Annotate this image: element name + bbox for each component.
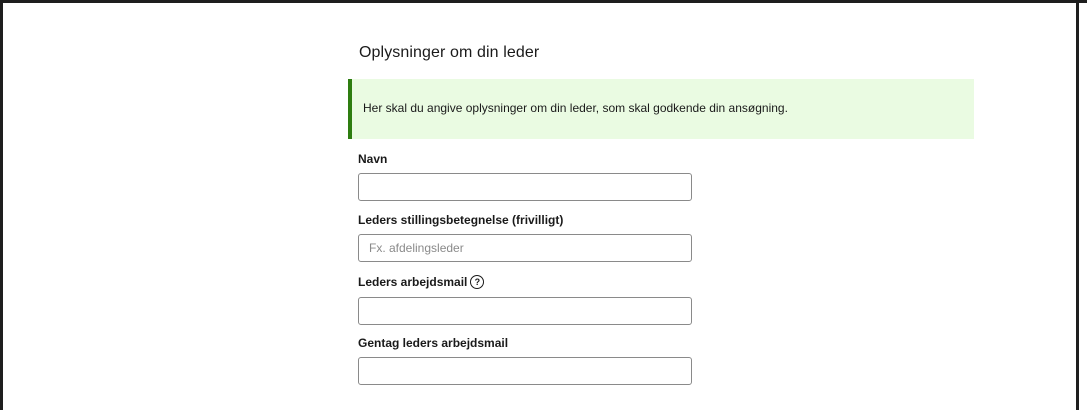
email-label: Leders arbejdsmail? bbox=[358, 274, 485, 290]
info-notice-text: Her skal du angive oplysninger om din le… bbox=[363, 101, 788, 115]
email-label-text: Leders arbejdsmail bbox=[358, 275, 468, 289]
name-label: Navn bbox=[358, 152, 388, 166]
help-icon[interactable]: ? bbox=[470, 274, 485, 289]
email-repeat-label: Gentag leders arbejdsmail bbox=[358, 336, 509, 350]
job-title-input[interactable] bbox=[358, 234, 692, 262]
window-border-top bbox=[0, 0, 1087, 3]
email-input[interactable] bbox=[358, 297, 692, 325]
info-notice: Her skal du angive oplysninger om din le… bbox=[348, 79, 974, 139]
page-frame: Oplysninger om din leder Her skal du ang… bbox=[0, 0, 1087, 410]
window-border-right bbox=[1076, 0, 1079, 410]
job-title-label: Leders stillingsbetegnelse (frivilligt) bbox=[358, 213, 564, 227]
email-repeat-input[interactable] bbox=[358, 357, 692, 385]
name-input[interactable] bbox=[358, 173, 692, 201]
section-title: Oplysninger om din leder bbox=[359, 44, 540, 61]
window-border-left bbox=[0, 0, 3, 410]
